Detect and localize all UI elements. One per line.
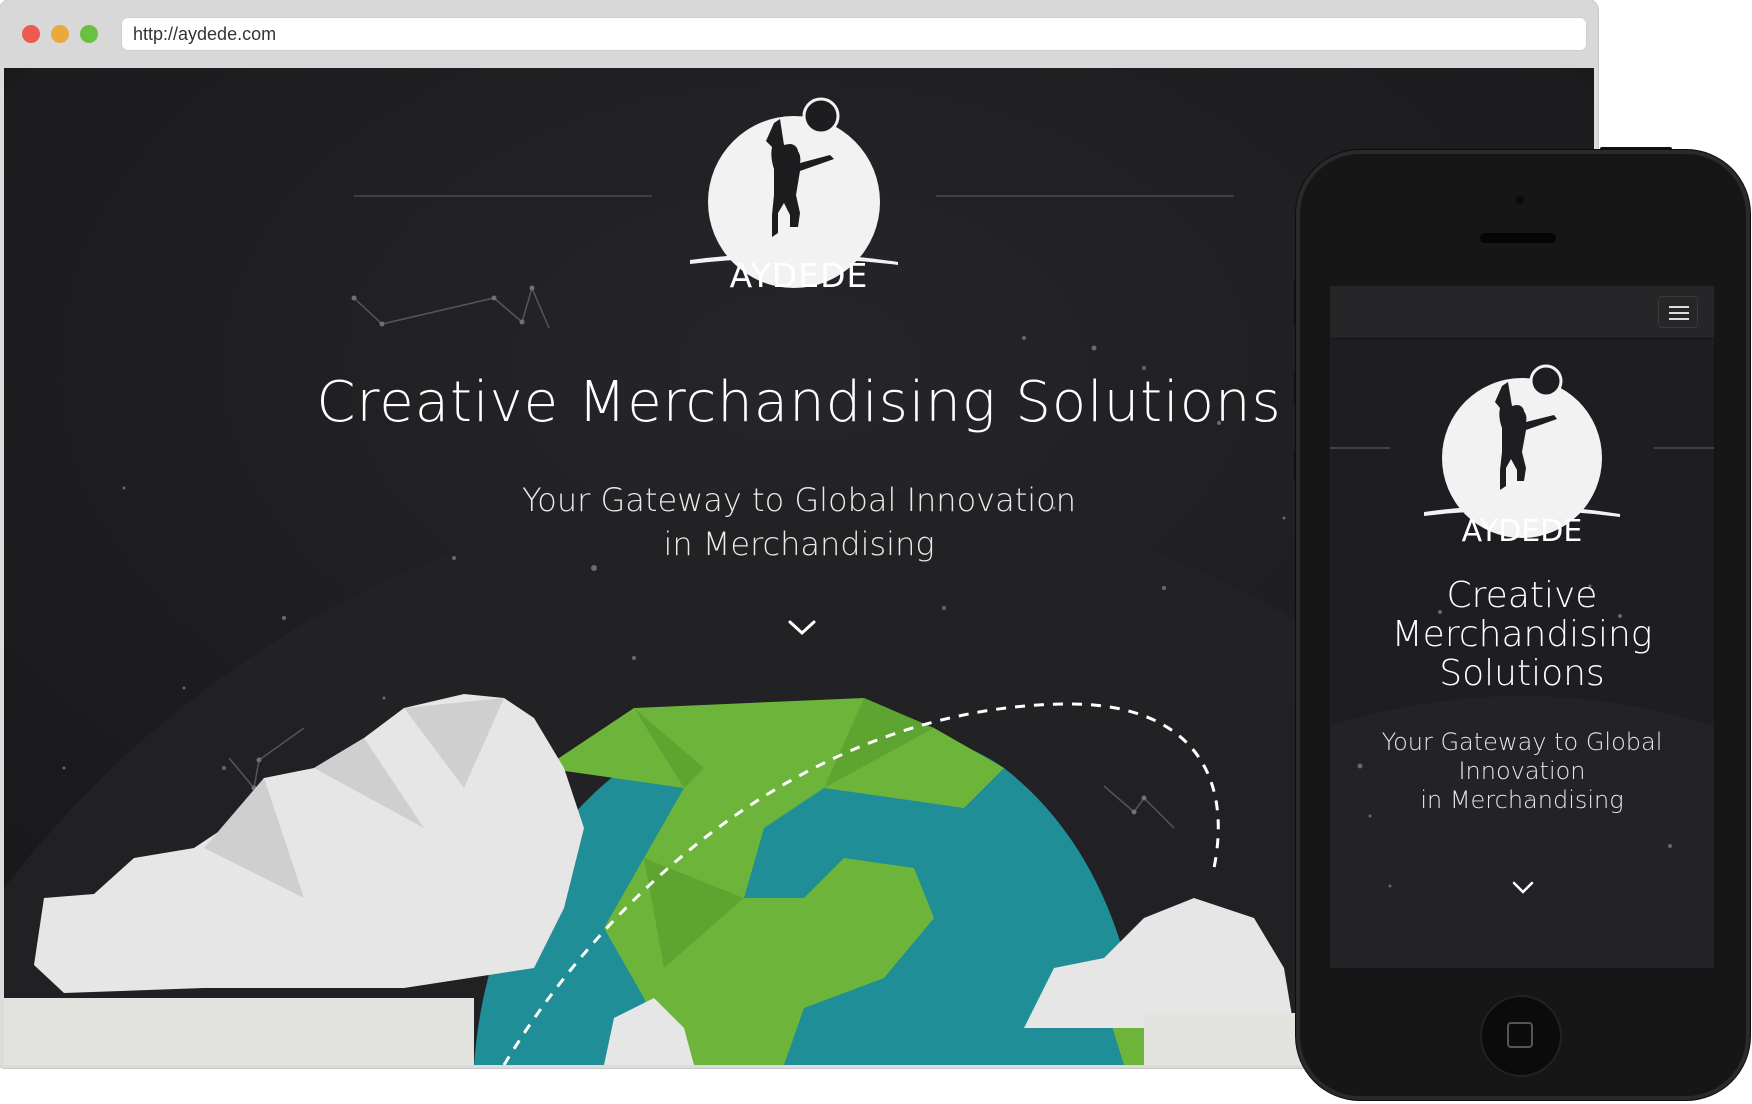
mobile-brand-wordmark: AYDEDE	[1461, 514, 1583, 549]
mobile-title-line-1: Creative	[1446, 575, 1598, 616]
address-bar[interactable]: http://aydede.com	[121, 17, 1587, 51]
browser-toolbar: http://aydede.com	[0, 0, 1598, 68]
mobile-title-line-3: Solutions	[1439, 653, 1605, 694]
front-camera	[1516, 196, 1524, 204]
mobile-hero-subtitle: Your Gateway to Global Innovation in Mer…	[1330, 728, 1714, 815]
close-window-button[interactable]	[22, 25, 40, 43]
mobile-navbar	[1330, 286, 1714, 339]
minimize-window-button[interactable]	[51, 25, 69, 43]
phone-home-button[interactable]	[1480, 995, 1562, 1077]
mobile-subtitle-line-3: in Merchandising	[1420, 786, 1624, 814]
mobile-screen: AYDEDE Creative Merchandising Solutions …	[1330, 286, 1714, 968]
earpiece-speaker	[1480, 233, 1556, 243]
chevron-down-icon[interactable]	[787, 618, 817, 638]
mobile-title-line-2: Merchandising	[1391, 614, 1653, 655]
mobile-chevron-down-icon[interactable]	[1512, 880, 1534, 896]
mobile-subtitle-line-1: Your Gateway to Global	[1381, 728, 1663, 756]
hamburger-menu-icon[interactable]	[1658, 296, 1698, 328]
mobile-hero-title: Creative Merchandising Solutions	[1330, 576, 1714, 693]
mobile-subtitle-line-2: Innovation	[1458, 757, 1586, 785]
maximize-window-button[interactable]	[80, 25, 98, 43]
mobile-phone: AYDEDE Creative Merchandising Solutions …	[1296, 150, 1750, 1100]
